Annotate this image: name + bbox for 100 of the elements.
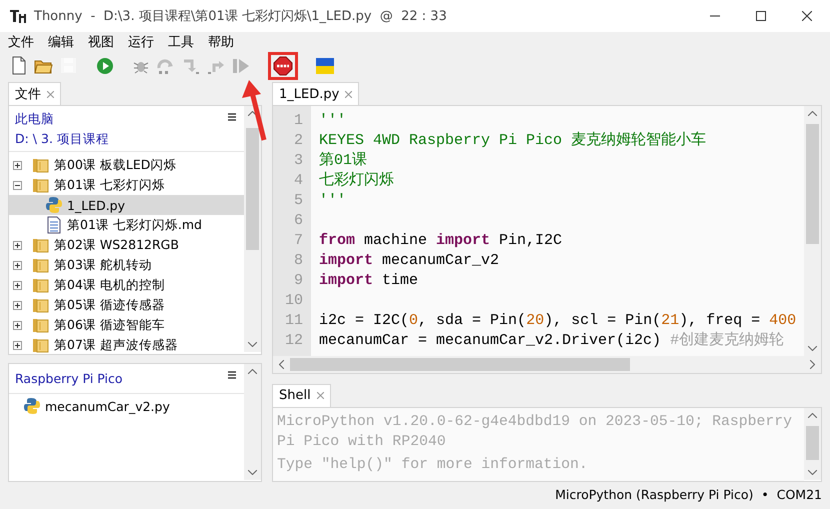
folder-icon xyxy=(32,336,50,354)
tree-item[interactable]: 第05课 循迹传感器 xyxy=(9,295,244,315)
location-link[interactable]: D: \ 3. 项目课程 xyxy=(15,129,109,149)
line-number: 12 xyxy=(284,331,303,351)
app-logo-icon xyxy=(10,9,26,23)
line-number: 7 xyxy=(292,231,303,251)
python-logo-icon xyxy=(45,196,63,214)
menu-icon[interactable] xyxy=(228,371,236,379)
expand-icon[interactable] xyxy=(13,340,22,350)
vertical-scrollbar[interactable] xyxy=(804,106,821,356)
document-icon xyxy=(45,216,63,234)
tab[interactable]: 1_LED.py xyxy=(272,82,360,105)
menu-item[interactable]: 工具 xyxy=(162,33,200,51)
menu-icon[interactable] xyxy=(228,113,236,121)
interpreter-label[interactable]: MicroPython (Raspberry Pi Pico) xyxy=(555,486,754,502)
code-line: import mecanumCar_v2 xyxy=(319,252,500,269)
menu-item[interactable]: 编辑 xyxy=(42,33,80,51)
scroll-right-icon[interactable] xyxy=(810,360,815,369)
scroll-down-icon[interactable] xyxy=(808,346,817,351)
tree-item[interactable]: 第06课 循迹智能车 xyxy=(9,315,244,335)
expand-icon[interactable] xyxy=(13,260,22,270)
collapse-icon[interactable] xyxy=(13,180,22,190)
line-number: 9 xyxy=(292,271,303,291)
folder-icon xyxy=(32,276,50,294)
code-line: import time xyxy=(319,272,418,289)
stop-sign-button[interactable] xyxy=(272,55,294,77)
scroll-left-icon[interactable] xyxy=(279,360,284,369)
close-icon xyxy=(802,11,812,21)
ukraine-flag-icon xyxy=(315,56,335,76)
scroll-down-icon[interactable] xyxy=(808,470,817,475)
scroll-down-icon[interactable] xyxy=(248,470,257,475)
line-number: 2 xyxy=(292,131,303,151)
line-number: 5 xyxy=(292,191,303,211)
expand-icon[interactable] xyxy=(13,240,22,250)
panel-title: Raspberry Pi Pico xyxy=(15,371,123,386)
port-label[interactable]: COM21 xyxy=(776,486,822,502)
stop-sign-icon xyxy=(273,56,293,76)
close-icon[interactable] xyxy=(47,90,54,98)
expand-icon[interactable] xyxy=(13,160,22,170)
ukraine-flag-button[interactable] xyxy=(314,55,336,77)
python-logo-icon xyxy=(23,397,41,415)
expand-icon[interactable] xyxy=(13,300,22,310)
scroll-down-icon[interactable] xyxy=(248,342,257,347)
vertical-scrollbar[interactable] xyxy=(804,408,821,480)
tree-item[interactable]: 第02课 WS2812RGB xyxy=(9,235,244,255)
menu-item[interactable]: 帮助 xyxy=(202,33,240,51)
line-number: 6 xyxy=(292,211,303,231)
tree-item[interactable]: 第01课 七彩灯闪烁 xyxy=(9,175,244,195)
folder-icon xyxy=(32,236,50,254)
line-number: 1 xyxy=(292,111,303,131)
vertical-scrollbar[interactable] xyxy=(244,106,261,352)
scroll-up-icon[interactable] xyxy=(248,369,257,374)
tree-item[interactable]: 第04课 电机的控制 xyxy=(9,275,244,295)
shell-output: MicroPython v1.20.0-62-g4e4bdbd19 on 2023-05-10; Raspberry Pi Pico with RP2040 xyxy=(277,412,794,452)
menu-item[interactable]: 文件 xyxy=(2,33,40,51)
menu-item[interactable]: 运行 xyxy=(122,33,160,51)
tree-item[interactable]: 1_LED.py xyxy=(9,195,244,215)
code-line: ''' xyxy=(319,112,346,129)
code-line: 第01课 xyxy=(319,152,368,169)
horizontal-scrollbar[interactable] xyxy=(272,356,822,374)
scroll-up-icon[interactable] xyxy=(808,111,817,116)
window-title: Thonny - D:\3. 项目课程\第01课 七彩灯闪烁\1_LED.py @ 22 : 33 xyxy=(34,8,448,25)
tree-item[interactable]: 第00课 板载LED闪烁 xyxy=(9,155,244,175)
scrollbar-thumb[interactable] xyxy=(290,358,630,371)
expand-icon[interactable] xyxy=(13,320,22,330)
menu-item[interactable]: 视图 xyxy=(82,33,120,51)
scrollbar-thumb[interactable] xyxy=(246,128,259,250)
scrollbar-thumb[interactable] xyxy=(806,426,819,460)
line-number: 8 xyxy=(292,251,303,271)
scroll-up-icon[interactable] xyxy=(248,111,257,116)
scrollbar-thumb[interactable] xyxy=(806,124,819,244)
close-icon[interactable] xyxy=(345,90,352,98)
expand-icon[interactable] xyxy=(13,280,22,290)
code-line: ''' xyxy=(319,192,346,209)
close-icon[interactable] xyxy=(316,392,324,400)
line-number: 11 xyxy=(284,311,303,331)
line-number: 3 xyxy=(292,151,303,171)
play-button[interactable] xyxy=(94,55,116,77)
folder-icon xyxy=(32,156,50,174)
code-line: KEYES 4WD Raspberry Pi Pico 麦克纳姆轮智能小车 xyxy=(319,132,706,149)
maximize-icon xyxy=(756,11,766,21)
scroll-up-icon[interactable] xyxy=(808,412,817,418)
code-line: 七彩灯闪烁 xyxy=(319,172,394,189)
line-number: 4 xyxy=(292,171,303,191)
code-line: from machine import Pin,I2C xyxy=(319,232,562,249)
tree-item[interactable]: 第03课 舵机转动 xyxy=(9,255,244,275)
folder-icon xyxy=(32,296,50,314)
device-file[interactable]: mecanumCar_v2.py xyxy=(9,394,244,416)
code-line: mecanumCar = mecanumCar_v2.Driver(i2c) #创建麦克纳姆轮 xyxy=(319,332,784,349)
vertical-scrollbar[interactable] xyxy=(244,364,261,480)
tab[interactable]: 文件 xyxy=(8,82,61,105)
resume-icon xyxy=(231,56,251,76)
tab[interactable]: Shell xyxy=(272,384,331,407)
shell-output: Type "help()" for more information. xyxy=(277,456,589,475)
tree-item[interactable]: 第01课 七彩灯闪烁.md xyxy=(9,215,244,235)
location-link[interactable]: 此电脑 xyxy=(15,109,54,129)
folder-icon xyxy=(32,256,50,274)
tree-item[interactable]: 第07课 超声波传感器 xyxy=(9,335,244,354)
code-line: i2c = I2C(0, sda = Pin(20), scl = Pin(21), freq = 400 xyxy=(319,312,796,329)
line-number: 10 xyxy=(284,291,303,311)
